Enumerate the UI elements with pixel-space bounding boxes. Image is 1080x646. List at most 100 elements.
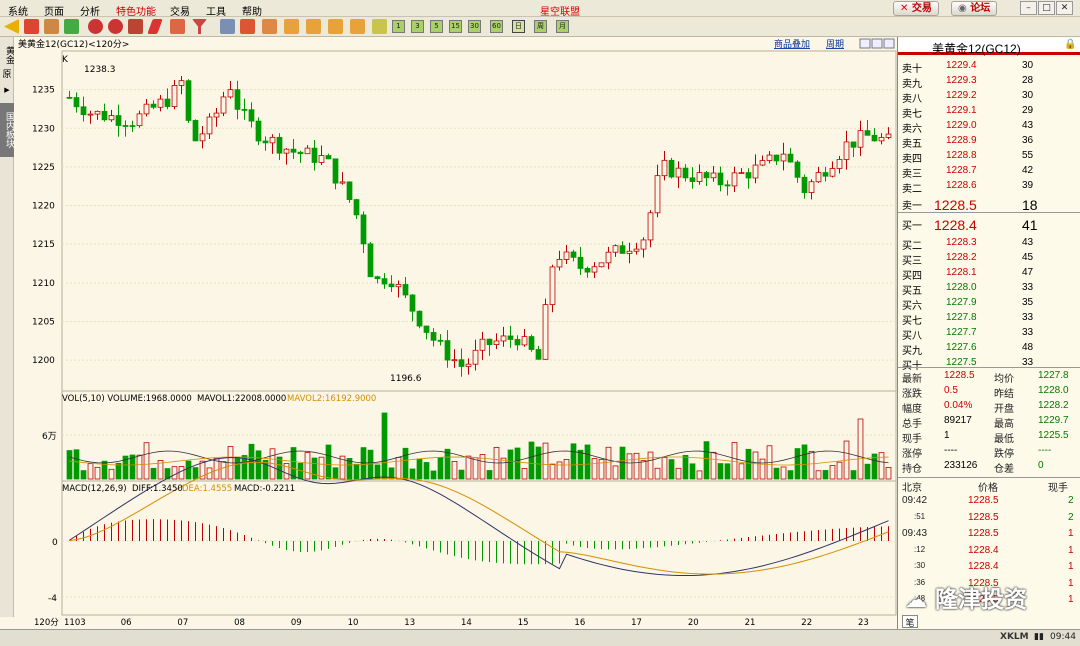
candle-body — [234, 89, 241, 110]
zoom-in-icon[interactable] — [88, 19, 103, 34]
x-tick-label: 06 — [121, 618, 132, 628]
menu-help[interactable]: 帮助 — [242, 3, 262, 18]
stat-a-value: 89217 — [944, 415, 972, 426]
candle-body — [458, 359, 465, 367]
tick-price: 1228.4 — [968, 544, 999, 556]
volume-bar — [717, 463, 724, 480]
menu-features[interactable]: 特色功能 — [116, 3, 156, 18]
chart-icon[interactable] — [240, 19, 255, 34]
candle-body — [577, 256, 584, 269]
buy-row: 买八 1227.7 33 — [898, 326, 1080, 342]
candle-body — [150, 103, 157, 108]
tab-crude[interactable]: 原 — [0, 70, 14, 84]
chart-area[interactable]: 1200 1205 1210 1215 1220 1225 1230 1235 1103 06 0… — [14, 37, 897, 629]
period-15-button[interactable]: 15 — [449, 20, 462, 33]
close-button[interactable]: ✕ — [1056, 1, 1073, 15]
candle-body — [486, 338, 493, 346]
split-chart-icon[interactable] — [871, 38, 883, 49]
candle-body — [143, 103, 150, 115]
price-tick-label: 1230 — [32, 124, 55, 134]
window-icon[interactable] — [44, 19, 59, 34]
draw-icon[interactable] — [170, 19, 185, 34]
left-tabs: 黄金 原 ▶ 国内板块 — [0, 37, 14, 617]
sell-row: 卖七 1229.1 29 — [898, 104, 1080, 120]
tool-b-icon[interactable] — [284, 19, 299, 34]
candle-body — [136, 113, 143, 127]
tab-gold[interactable]: 黄金 — [0, 43, 14, 67]
refresh-icon[interactable] — [64, 19, 79, 34]
back-icon[interactable] — [4, 19, 19, 34]
tool-e-icon[interactable] — [350, 19, 365, 34]
candle-body — [591, 266, 598, 273]
stat-row: 涨停 ---- 跌停 ---- — [898, 444, 1080, 460]
volume-bar — [605, 446, 612, 480]
stat-b-value: 1228.2 — [1038, 400, 1069, 411]
volume-bar — [654, 467, 661, 480]
tab-ticks[interactable]: 笔 — [902, 615, 918, 629]
pen-icon[interactable] — [147, 19, 163, 34]
volume-bar — [626, 453, 633, 480]
period-day-button[interactable]: 日 — [512, 20, 525, 33]
fullscreen-chart-icon[interactable] — [883, 38, 895, 49]
period-60-button[interactable]: 60 — [490, 20, 503, 33]
macd-tick-minus4: -4 — [48, 594, 57, 604]
lock-icon[interactable]: 🔒 — [1064, 39, 1076, 50]
tick-price: 1228.5 — [968, 511, 999, 523]
period-week-button[interactable]: 周 — [534, 20, 547, 33]
stat-b-value: 0 — [1038, 460, 1044, 471]
stat-b-value: 1225.5 — [1038, 430, 1069, 441]
table-icon[interactable] — [220, 19, 235, 34]
tab-domestic-sector[interactable]: 国内板块 — [0, 103, 14, 157]
layout-icon[interactable] — [128, 19, 143, 34]
period-3-button[interactable]: 3 — [411, 20, 424, 33]
volume-bar — [556, 461, 563, 480]
period-30-button[interactable]: 30 — [468, 20, 481, 33]
minimize-button[interactable]: – — [1020, 1, 1037, 15]
forum-button[interactable]: ◉ 论坛 — [951, 1, 998, 16]
candle-body — [878, 137, 885, 142]
menu-analysis[interactable]: 分析 — [80, 3, 100, 18]
volume-bar — [136, 454, 143, 480]
buy-label: 买八 — [902, 331, 922, 342]
candle-body — [227, 89, 234, 98]
volume-bar — [521, 468, 528, 480]
volume-bar — [416, 458, 423, 480]
home-icon[interactable] — [24, 19, 39, 34]
sell-volume: 29 — [1022, 105, 1034, 116]
filter-icon[interactable] — [192, 19, 207, 34]
signal-icon: ▮▮ — [1034, 632, 1044, 642]
maximize-button[interactable]: □ — [1038, 1, 1055, 15]
volume-bar — [563, 459, 570, 480]
sell-label: 卖四 — [902, 154, 922, 165]
tool-d-icon[interactable] — [328, 19, 343, 34]
tool-c-icon[interactable] — [306, 19, 321, 34]
mavol1-label: MAVOL1:22008.0000 — [197, 394, 286, 404]
arrow-right-icon[interactable]: ▶ — [0, 85, 14, 95]
candle-body — [465, 363, 472, 367]
x-tick-label: 08 — [234, 618, 245, 628]
period-5-button[interactable]: 5 — [430, 20, 443, 33]
menu-trade[interactable]: 交易 — [170, 3, 190, 18]
menu-system[interactable]: 系统 — [8, 3, 28, 18]
stat-a-value: 0.5 — [944, 385, 958, 396]
trade-button[interactable]: ✕ 交易 — [893, 1, 939, 16]
menu-page[interactable]: 页面 — [44, 3, 64, 18]
menu-tools[interactable]: 工具 — [206, 3, 226, 18]
stat-b-label: 最低 — [994, 434, 1014, 445]
period-month-button[interactable]: 月 — [556, 20, 569, 33]
stat-b-label: 最高 — [994, 419, 1014, 430]
volume-bar — [409, 468, 416, 480]
period-button[interactable]: 周期 — [826, 39, 844, 50]
tool-a-icon[interactable] — [262, 19, 277, 34]
zoom-out-icon[interactable] — [108, 19, 123, 34]
candle-body — [815, 172, 822, 183]
tool-f-icon[interactable] — [372, 19, 387, 34]
candle-body — [850, 141, 857, 148]
candle-body — [444, 340, 451, 361]
volume-bar — [94, 466, 101, 480]
overlay-button[interactable]: 商品叠加 — [774, 38, 810, 50]
zoom-chart-icon[interactable] — [859, 38, 871, 49]
period-1-button[interactable]: 1 — [392, 20, 405, 33]
low-label: 1196.6 — [390, 374, 422, 384]
sell-price: 1229.1 — [946, 105, 977, 116]
